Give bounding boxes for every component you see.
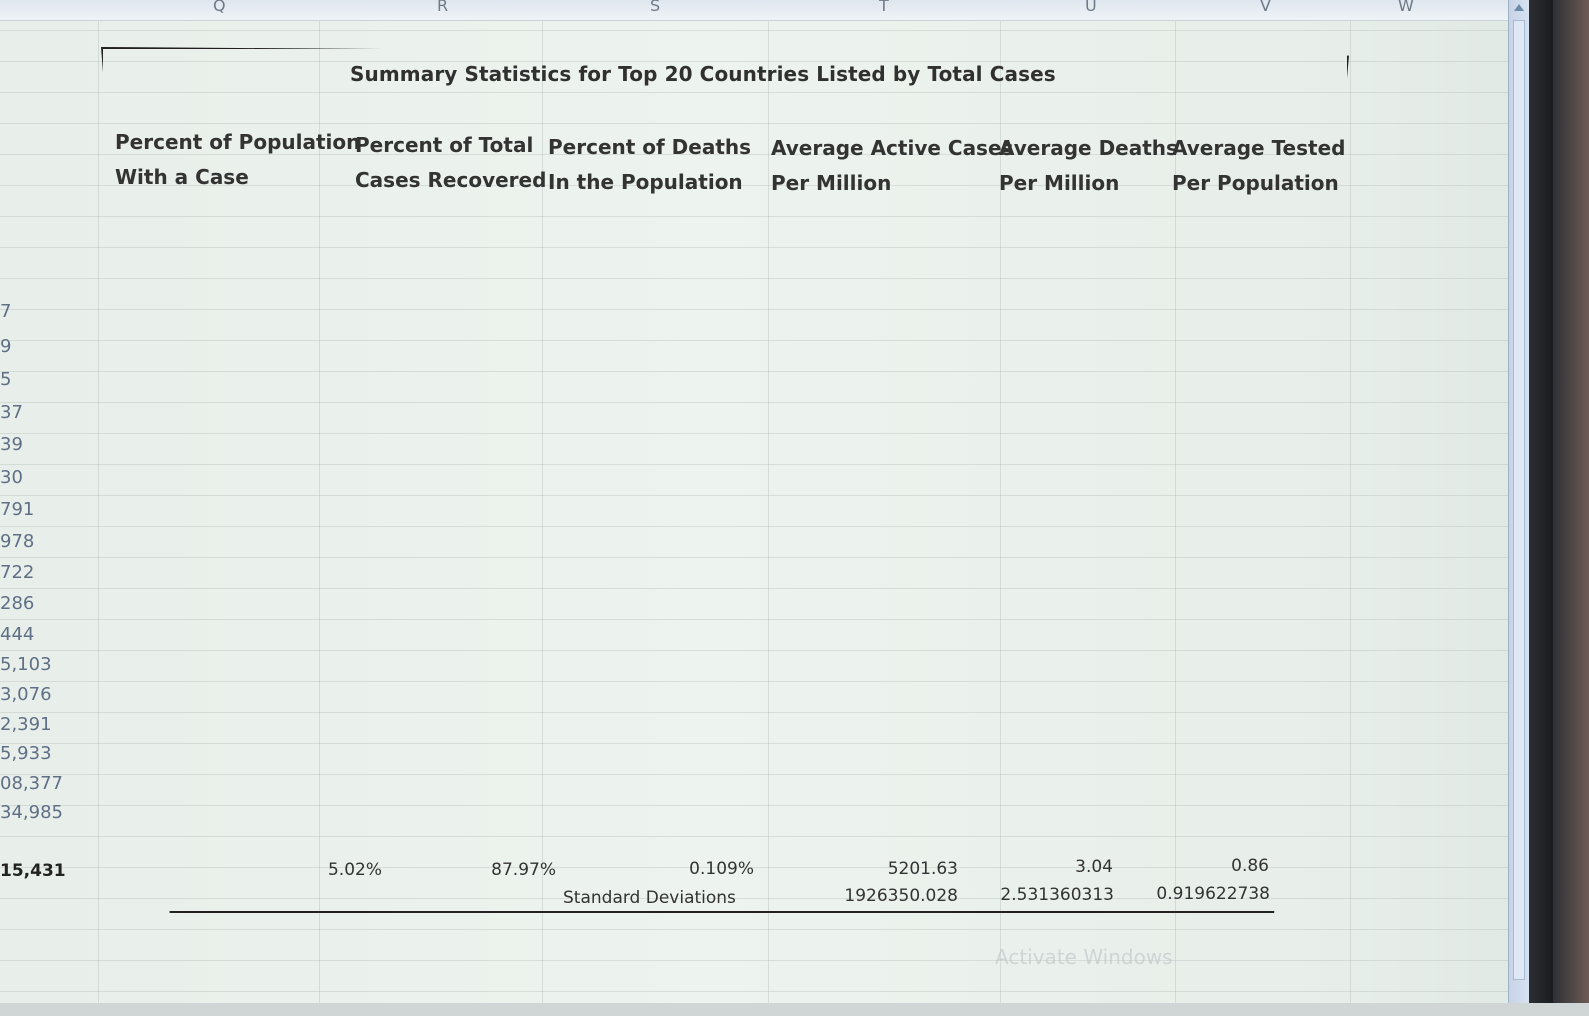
header-percent-population[interactable]: Percent of Population With a Case [115, 125, 360, 195]
column-header-u[interactable]: U [1085, 0, 1097, 15]
left-cell-11[interactable]: 444 [0, 624, 34, 645]
left-cell-17[interactable]: 34,985 [0, 802, 63, 823]
header-percent-deaths-population[interactable]: Percent of Deaths In the Population [548, 130, 751, 200]
left-cell-10[interactable]: 286 [0, 593, 34, 614]
activate-windows-watermark: Activate Windows [995, 945, 1173, 969]
header-average-deaths[interactable]: Average Deaths Per Million [999, 131, 1178, 201]
column-header-r[interactable]: R [437, 0, 448, 15]
value-average-deaths[interactable]: 3.04 [1068, 857, 1113, 877]
left-cell-7[interactable]: 791 [0, 499, 34, 520]
header-percent-total-recovered-line2: Cases Recovered [355, 168, 547, 192]
monitor-edge [1553, 0, 1589, 1016]
value-percent-deaths-population[interactable]: 0.109% [682, 859, 754, 879]
column-header-strip: Q R S T U V W [0, 0, 1520, 21]
header-percent-total-recovered-line1: Percent of Total [355, 133, 534, 157]
column-header-t[interactable]: T [879, 0, 889, 15]
scroll-thumb[interactable] [1513, 20, 1525, 980]
left-cell-14[interactable]: 2,391 [0, 714, 52, 735]
header-percent-deaths-line2: In the Population [548, 170, 743, 194]
header-average-tested-line1: Average Tested [1172, 136, 1346, 160]
summary-title[interactable]: Summary Statistics for Top 20 Countries … [350, 62, 1056, 86]
header-average-active-cases[interactable]: Average Active Cases Per Million [771, 131, 1013, 201]
value-average-tested[interactable]: 0.86 [1223, 856, 1269, 876]
left-cell-13[interactable]: 3,076 [0, 684, 52, 705]
value-average-active-cases[interactable]: 5201.63 [883, 859, 958, 879]
left-cell-8[interactable]: 978 [0, 531, 34, 552]
std-average-tested[interactable]: 0.919622738 [1146, 884, 1270, 904]
header-average-active-cases-line2: Per Million [771, 171, 892, 195]
header-average-deaths-line2: Per Million [999, 171, 1120, 195]
column-header-w[interactable]: W [1398, 0, 1414, 15]
left-cell-16[interactable]: 08,377 [0, 773, 63, 794]
std-average-deaths[interactable]: 2.531360313 [992, 885, 1114, 905]
header-percent-deaths-line1: Percent of Deaths [548, 135, 752, 159]
left-cell-3[interactable]: 5 [0, 369, 11, 390]
left-cell-4[interactable]: 37 [0, 402, 23, 423]
header-average-tested-line2: Per Population [1172, 171, 1339, 195]
column-header-v[interactable]: V [1260, 0, 1271, 15]
header-average-deaths-line1: Average Deaths [999, 136, 1178, 160]
header-percent-total-recovered[interactable]: Percent of Total Cases Recovered [355, 128, 546, 198]
vertical-scrollbar[interactable] [1508, 0, 1529, 1003]
left-cell-1[interactable]: 7 [0, 301, 11, 322]
header-average-active-cases-line1: Average Active Cases [771, 136, 1014, 160]
header-average-tested[interactable]: Average Tested Per Population [1172, 131, 1345, 201]
left-column-values: 7 9 5 37 39 30 791 978 722 286 444 5,103… [0, 0, 90, 1016]
value-percent-population[interactable]: 5.02% [322, 860, 382, 880]
left-cell-6[interactable]: 30 [0, 467, 23, 488]
left-cell-2[interactable]: 9 [0, 336, 11, 357]
left-cell-5[interactable]: 39 [0, 434, 23, 455]
value-percent-total-recovered[interactable]: 87.97% [486, 860, 556, 880]
left-cell-12[interactable]: 5,103 [0, 654, 52, 675]
column-header-s[interactable]: S [650, 0, 660, 15]
scroll-up-icon[interactable] [1514, 4, 1524, 11]
left-cell-9[interactable]: 722 [0, 562, 34, 583]
header-percent-population-line1: Percent of Population [115, 130, 361, 154]
left-cell-15[interactable]: 5,933 [0, 743, 52, 764]
left-total-cell[interactable]: 15,431 [0, 861, 66, 881]
header-percent-population-line2: With a Case [115, 165, 249, 189]
standard-deviations-label[interactable]: Standard Deviations [563, 888, 736, 908]
column-header-q[interactable]: Q [213, 0, 226, 15]
std-average-active-cases[interactable]: 1926350.028 [836, 886, 958, 906]
bottom-screen-edge [0, 1003, 1589, 1016]
